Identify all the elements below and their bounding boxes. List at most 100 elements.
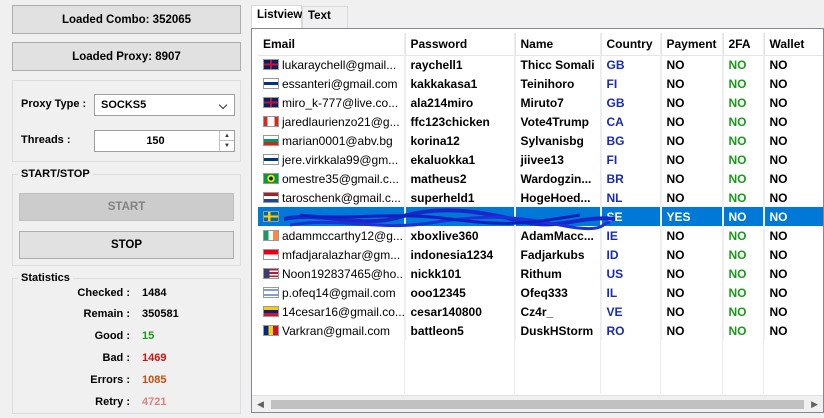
password-cell: kakkakasa1 <box>405 74 516 93</box>
col-header-payment[interactable]: Payment <box>661 33 724 56</box>
payment-cell: NO <box>661 302 724 321</box>
email-cell: lukaraychell@gmail... <box>258 55 406 74</box>
stop-button[interactable]: STOP <box>19 231 234 259</box>
email-cell <box>258 207 406 226</box>
password-cell: raychell1 <box>405 55 516 74</box>
threads-stepper[interactable]: 150 ▲ ▼ <box>94 130 235 152</box>
email-text: 14cesar16@gmail.co... <box>282 304 405 319</box>
column-divider <box>722 33 723 394</box>
payment-cell: NO <box>661 112 724 131</box>
password-cell: superheld1 <box>405 188 516 207</box>
wallet-cell: NO <box>764 245 823 264</box>
name-cell: Miruto7 <box>515 93 602 112</box>
name-cell: Ofeq333 <box>515 283 602 302</box>
loaded-proxy-button[interactable]: Loaded Proxy: 8907 <box>12 42 241 71</box>
table-row[interactable]: adammccarthy12@g... xboxlive360 AdamMacc..… <box>258 226 823 245</box>
name-cell: Sylvanisbg <box>515 131 602 150</box>
wallet-cell: NO <box>764 188 823 207</box>
flag-nl-icon <box>263 191 279 203</box>
email-text: marian0001@abv.bg <box>282 133 393 148</box>
flag-bg-icon <box>263 134 279 146</box>
payment-cell: NO <box>661 169 724 188</box>
col-header-country[interactable]: Country <box>601 33 662 56</box>
wallet-cell: NO <box>764 283 823 302</box>
email-cell: marian0001@abv.bg <box>258 131 406 150</box>
col-header-password[interactable]: Password <box>405 33 516 56</box>
2fa-cell: NO <box>723 55 765 74</box>
name-cell: Rithum <box>515 264 602 283</box>
horizontal-scrollbar[interactable]: ◀ ▶ <box>252 395 823 412</box>
scroll-right-icon[interactable]: ▶ <box>811 399 818 410</box>
tab-text[interactable]: Text <box>302 6 348 28</box>
table-row[interactable]: marian0001@abv.bg korina12 Sylvanisbg BG NO N… <box>258 131 823 150</box>
payment-cell: NO <box>661 283 724 302</box>
threads-spinner[interactable]: ▲ ▼ <box>219 131 234 151</box>
scroll-left-icon[interactable]: ◀ <box>257 399 264 410</box>
table-row[interactable]: mfadjaralazhar@gm... indonesia1234 Fadjark… <box>258 245 823 264</box>
password-cell: battleon5 <box>405 321 516 340</box>
loaded-combo-button[interactable]: Loaded Combo: 352065 <box>12 5 241 34</box>
wallet-cell: NO <box>764 150 823 169</box>
password-cell: ooo12345 <box>405 283 516 302</box>
proxy-type-label: Proxy Type : <box>21 98 87 110</box>
col-header-wallet[interactable]: Wallet <box>764 33 823 56</box>
2fa-cell: NO <box>723 302 765 321</box>
table-row[interactable]: SE YES NO NO <box>258 207 823 226</box>
table-row[interactable]: omestre35@gmail.c... matheus2 Wardogzin...… <box>258 169 823 188</box>
table-row[interactable]: jaredlaurienzo21@g... ffc123chicken Vote4T… <box>258 112 823 131</box>
2fa-cell: NO <box>723 169 765 188</box>
proxy-type-select[interactable]: SOCKS5 <box>94 94 235 116</box>
table-row[interactable]: Varkran@gmail.com battleon5 DuskHStorm RO NO… <box>258 321 823 340</box>
name-cell: HogeHoed... <box>515 188 602 207</box>
start-stop-title: START/STOP <box>18 168 93 180</box>
country-cell: CA <box>601 112 662 131</box>
email-text: miro_k-777@live.co... <box>282 95 399 110</box>
country-cell: RO <box>601 321 662 340</box>
name-cell: Cz4r_ <box>515 302 602 321</box>
table-row[interactable]: essanteri@gmail.com kakkakasa1 Teinihoro FI… <box>258 74 823 93</box>
column-divider <box>404 33 405 394</box>
stat-label: Bad : <box>102 352 131 364</box>
name-cell: Wardogzin... <box>515 169 602 188</box>
stat-value: 1085 <box>142 374 167 386</box>
spin-down-icon[interactable]: ▼ <box>220 141 234 151</box>
table-row[interactable]: taroschenk@gmail.c... superheld1 HogeHoed.… <box>258 188 823 207</box>
name-cell: Vote4Trump <box>515 112 602 131</box>
wallet-cell: NO <box>764 207 823 226</box>
spin-up-icon[interactable]: ▲ <box>220 131 234 141</box>
col-header-email[interactable]: Email <box>258 33 406 56</box>
table-row[interactable]: Noon192837465@ho... nickk101 Rithum US NO NO N… <box>258 264 823 283</box>
stat-value: 350581 <box>142 308 179 320</box>
table-row[interactable]: lukaraychell@gmail... raychell1 Thicc Soma… <box>258 55 823 74</box>
payment-cell: NO <box>661 55 724 74</box>
table-row[interactable]: miro_k-777@live.co... ala214miro Miruto7 GB… <box>258 93 823 112</box>
results-listview[interactable]: Email Password Name Country Payment 2FA … <box>251 28 824 413</box>
payment-cell: YES <box>661 207 724 226</box>
name-cell: Teinihoro <box>515 74 602 93</box>
password-cell <box>405 207 516 226</box>
scroll-thumb[interactable] <box>271 400 804 409</box>
results-table: Email Password Name Country Payment 2FA … <box>258 33 823 340</box>
email-text: Varkran@gmail.com <box>282 323 390 338</box>
wallet-cell: NO <box>764 226 823 245</box>
2fa-cell: NO <box>723 131 765 150</box>
tab-listview[interactable]: Listview <box>251 5 302 29</box>
flag-fi-icon <box>263 77 279 89</box>
wallet-cell: NO <box>764 93 823 112</box>
wallet-cell: NO <box>764 321 823 340</box>
table-row[interactable]: 14cesar16@gmail.co... cesar140800 Cz4r_ VE N… <box>258 302 823 321</box>
wallet-cell: NO <box>764 74 823 93</box>
email-text: essanteri@gmail.com <box>282 76 398 91</box>
country-cell: IE <box>601 226 662 245</box>
country-cell: FI <box>601 74 662 93</box>
col-header-name[interactable]: Name <box>515 33 602 56</box>
start-button[interactable]: START <box>19 193 234 221</box>
2fa-cell: NO <box>723 150 765 169</box>
table-row[interactable]: jere.virkkala99@gm... ekaluokka1 jiivee13 F… <box>258 150 823 169</box>
table-row[interactable]: p.ofeq14@gmail.com ooo12345 Ofeq333 IL NO NO N… <box>258 283 823 302</box>
col-header-2fa[interactable]: 2FA <box>723 33 765 56</box>
2fa-cell: NO <box>723 264 765 283</box>
email-text: taroschenk@gmail.c... <box>282 190 401 205</box>
email-cell: essanteri@gmail.com <box>258 74 406 93</box>
threads-label: Threads : <box>21 134 71 146</box>
